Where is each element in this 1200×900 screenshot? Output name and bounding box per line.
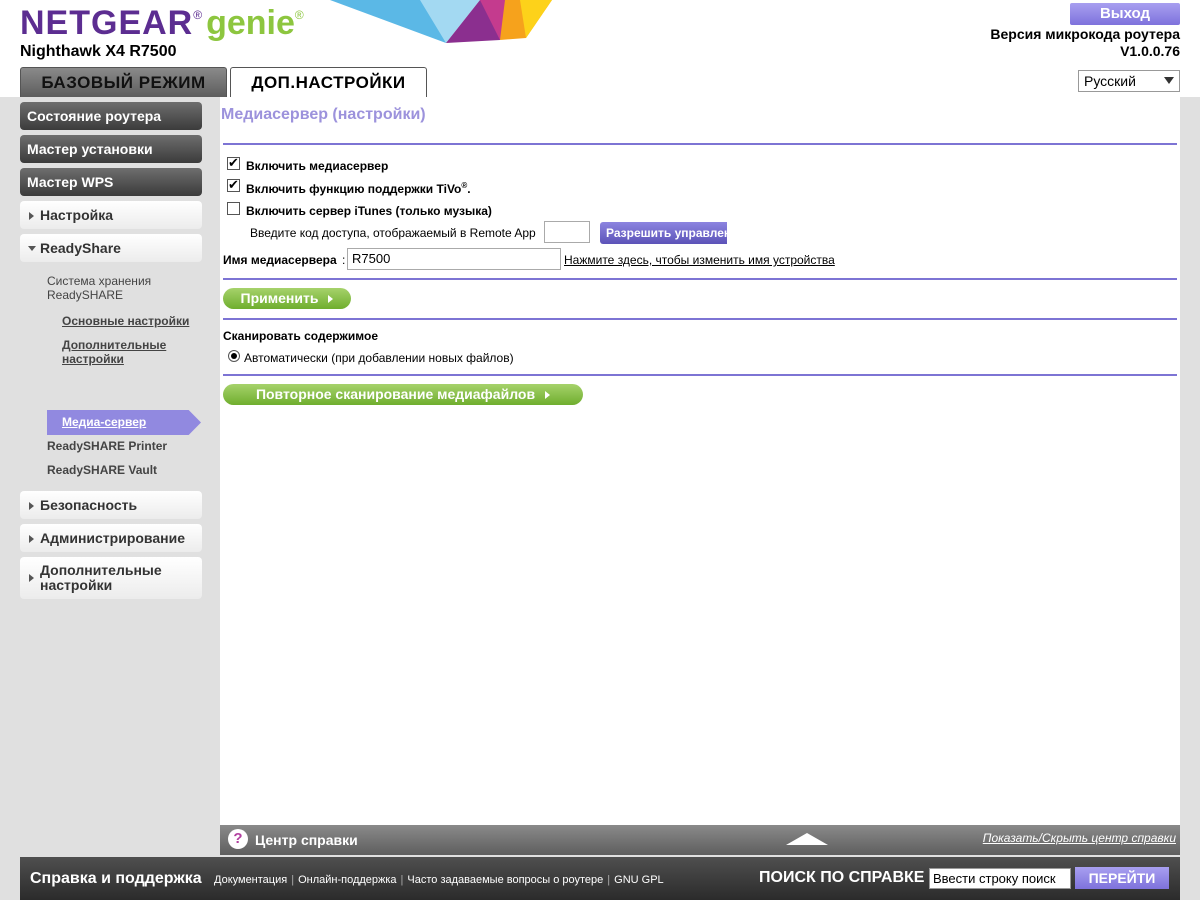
footer: Справка и поддержка Документация | Онлайн-… <box>20 857 1180 900</box>
footer-link-documentation[interactable]: Документация <box>214 874 287 886</box>
enable-tivo-checkbox[interactable] <box>227 177 240 193</box>
sidebar-item-setup-wizard[interactable]: Мастер установки <box>20 135 202 163</box>
sidebar-item-label-line1: Дополнительные <box>40 562 162 578</box>
adv-line-1: Дополнительные <box>62 338 167 352</box>
sidebar-item-wps-wizard[interactable]: Мастер WPS <box>20 168 202 196</box>
language-value: Русский <box>1084 73 1136 89</box>
firmware-label: Версия микрокода роутера <box>990 26 1180 42</box>
access-code-input[interactable] <box>544 221 590 243</box>
logout-button[interactable]: Выход <box>1070 3 1180 25</box>
search-go-button[interactable]: ПЕРЕЙТИ <box>1075 867 1169 889</box>
enable-media-server-label: Включить медиасервер <box>246 159 389 173</box>
footer-links: Документация | Онлайн-поддержка | Часто зада… <box>214 874 664 886</box>
enable-media-server-checkbox[interactable] <box>227 155 240 171</box>
enable-itunes-checkbox[interactable] <box>227 202 240 215</box>
separator: | <box>607 874 611 886</box>
media-server-name-label: Имя медиасервера <box>223 253 337 267</box>
sidebar: Состояние роутера Мастер установки Масте… <box>20 102 202 604</box>
divider <box>223 278 1177 280</box>
language-select[interactable]: Русский <box>1078 70 1180 92</box>
chevron-right-icon <box>29 502 34 510</box>
sidebar-item-advanced-storage-settings[interactable]: Дополнительные настройки <box>62 338 166 366</box>
sidebar-item-label: Безопасность <box>40 497 138 513</box>
storage-line-2: ReadySHARE <box>47 288 124 302</box>
arrow-right-icon <box>545 391 551 400</box>
tivo-suffix: . <box>467 182 471 196</box>
rescan-media-button[interactable]: Повторное сканирование медиафайлов <box>223 384 583 405</box>
logo-product: genie <box>206 4 295 42</box>
sidebar-item-setup[interactable]: Настройка <box>20 201 202 229</box>
logo-brand: NETGEAR <box>20 4 194 42</box>
help-search-input[interactable]: Ввести строку поиск <box>929 868 1071 889</box>
scan-auto-label: Автоматически (при добавлении новых файл… <box>244 351 514 365</box>
logo-reg-mark: ® <box>193 8 203 22</box>
scan-content-label: Сканировать содержимое <box>223 329 379 343</box>
sidebar-item-basic-settings[interactable]: Основные настройки <box>62 314 189 328</box>
logo-reg-mark-2: ® <box>294 8 304 22</box>
help-search-label: ПОИСК ПО СПРАВКЕ <box>759 869 925 886</box>
separator: | <box>291 874 295 886</box>
sidebar-item-label: Настройка <box>40 207 114 223</box>
scan-auto-radio[interactable] <box>228 350 240 362</box>
chevron-right-icon <box>29 212 34 220</box>
divider <box>223 374 1177 376</box>
apply-label: Применить <box>240 290 319 306</box>
sidebar-item-media-server[interactable]: Медиа-сервер <box>47 410 201 435</box>
footer-link-faq[interactable]: Часто задаваемые вопросы о роутере <box>407 874 603 886</box>
tab-advanced-settings[interactable]: ДОП.НАСТРОЙКИ <box>230 67 427 97</box>
sidebar-item-readyshare-printer[interactable]: ReadySHARE Printer <box>47 439 167 453</box>
change-device-name-link[interactable]: Нажмите здесь, чтобы изменить имя устрой… <box>564 253 835 267</box>
netgear-genie-logo: NETGEAR® genie® <box>20 4 304 43</box>
page-title: Медиасервер (настройки) <box>221 106 426 123</box>
help-question-icon: ? <box>228 829 248 849</box>
expand-up-icon[interactable] <box>786 833 828 845</box>
sidebar-item-readyshare-vault[interactable]: ReadySHARE Vault <box>47 463 157 477</box>
tab-basic-mode[interactable]: БАЗОВЫЙ РЕЖИМ <box>20 67 227 97</box>
router-model: Nighthawk X4 R7500 <box>20 43 177 60</box>
divider <box>223 143 1177 145</box>
footer-link-gnu-gpl[interactable]: GNU GPL <box>614 874 664 886</box>
allow-control-button[interactable]: Разрешить управление <box>600 222 727 244</box>
footer-link-online-support[interactable]: Онлайн-поддержка <box>298 874 396 886</box>
support-title: Справка и поддержка <box>30 870 202 887</box>
sidebar-item-administration[interactable]: Администрирование <box>20 524 202 552</box>
access-code-label: Введите код доступа, отображаемый в Remo… <box>250 226 536 240</box>
rescan-label: Повторное сканирование медиафайлов <box>255 386 536 402</box>
media-server-name-colon: : <box>342 253 346 267</box>
enable-itunes-label: Включить сервер iTunes (только музыка) <box>246 204 492 218</box>
tivo-text: Включить функцию поддержки TiVo <box>246 182 462 196</box>
header: NETGEAR® genie® Nighthawk X4 R7500 Выход … <box>0 0 1200 97</box>
sidebar-item-label: Администрирование <box>40 530 185 546</box>
firmware-version: V1.0.0.76 <box>1120 43 1180 59</box>
toggle-help-center-link[interactable]: Показать/Скрыть центр справки <box>983 831 1176 845</box>
divider <box>223 318 1177 320</box>
sidebar-item-router-status[interactable]: Состояние роутера <box>20 102 202 130</box>
chevron-right-icon <box>29 535 34 543</box>
chevron-down-icon <box>1164 77 1174 84</box>
help-center-bar: ? Центр справки Показать/Скрыть центр сп… <box>220 825 1180 855</box>
adv-line-2: настройки <box>62 352 124 366</box>
chevron-right-icon <box>29 574 34 582</box>
main-content: Медиасервер (настройки) Включить медиасе… <box>220 97 1180 825</box>
media-server-name-input[interactable]: R7500 <box>347 248 561 270</box>
apply-button[interactable]: Применить <box>223 288 351 309</box>
chevron-down-icon <box>28 246 36 251</box>
enable-tivo-label: Включить функцию поддержки TiVo®. <box>246 181 471 196</box>
arrow-right-icon <box>328 295 334 304</box>
storage-line-1: Система хранения <box>47 274 152 288</box>
header-decoration <box>330 0 552 43</box>
sidebar-item-readyshare[interactable]: ReadyShare <box>20 234 202 262</box>
sidebar-item-security[interactable]: Безопасность <box>20 491 202 519</box>
sidebar-item-readyshare-storage[interactable]: Система хранения ReadySHARE <box>47 274 151 302</box>
sidebar-item-advanced-settings[interactable]: Дополнительные настройки <box>20 557 202 599</box>
sidebar-item-label-line2: настройки <box>40 577 113 593</box>
readyshare-submenu: Система хранения ReadySHARE Основные нас… <box>20 267 202 491</box>
help-center-title: Центр справки <box>255 832 358 848</box>
separator: | <box>400 874 404 886</box>
sidebar-item-label: ReadyShare <box>40 240 121 256</box>
